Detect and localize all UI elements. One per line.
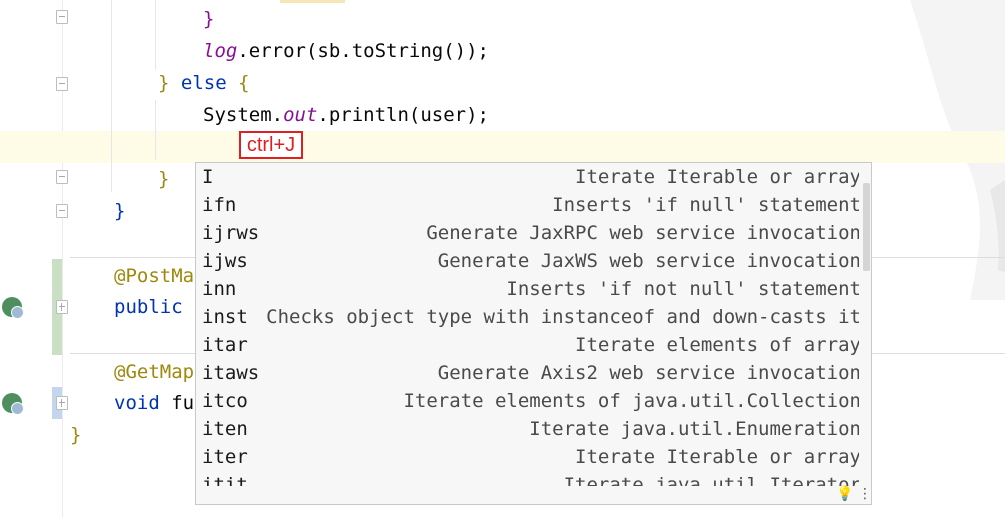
closing-brace: } (158, 168, 170, 190)
template-list[interactable]: I Iterate Iterable or array ifn Inserts 'if… (196, 163, 859, 486)
template-abbreviation: inst (202, 306, 248, 328)
code-line[interactable]: } (158, 163, 169, 195)
template-abbreviation: itit (202, 474, 248, 486)
template-item[interactable]: itco Iterate elements of java.util.Collec… (196, 387, 859, 415)
template-abbreviation: iter (202, 446, 248, 468)
web-endpoint-icon[interactable] (2, 393, 24, 415)
annotation: @PostMap (114, 265, 206, 287)
template-abbreviation: iten (202, 418, 248, 440)
expand-icon[interactable] (56, 396, 68, 410)
void-keyword: void (114, 392, 160, 414)
code-line[interactable]: } (203, 3, 214, 35)
template-abbreviation: ijrws (202, 222, 260, 244)
code-line[interactable]: } (114, 195, 125, 227)
fold-icon[interactable] (56, 204, 68, 218)
template-description: Generate Axis2 web service invocation (437, 362, 859, 384)
web-endpoint-icon[interactable] (2, 297, 24, 319)
template-item[interactable]: itaws Generate Axis2 web service invocati… (196, 359, 859, 387)
code-line[interactable]: System.out.println(user); (203, 99, 489, 131)
template-item[interactable]: inn Inserts 'if not null' statement (196, 275, 859, 303)
template-item[interactable]: ijws Generate JaxWS web service invocatio… (196, 247, 859, 275)
code-line[interactable]: } (70, 419, 81, 451)
template-item[interactable]: itar Iterate elements of array (196, 331, 859, 359)
template-item[interactable]: ijrws Generate JaxRPC web service invocat… (196, 219, 859, 247)
template-abbreviation: itaws (202, 362, 260, 384)
brace-token: } (158, 72, 181, 94)
log-identifier: log (203, 40, 238, 62)
template-abbreviation: ifn (202, 194, 237, 216)
template-abbreviation: itco (202, 390, 248, 412)
template-description: Iterate java.util.Enumeration (529, 418, 859, 440)
fold-icon[interactable] (56, 77, 68, 91)
template-description: Checks object type with instanceof and d… (266, 306, 859, 328)
template-description: Iterate elements of array (575, 334, 859, 356)
else-keyword: else (180, 72, 227, 94)
brace-token: { (226, 72, 250, 94)
code-line[interactable]: public v (114, 291, 206, 323)
live-template-popup[interactable]: I Iterate Iterable or array ifn Inserts 'if… (195, 162, 872, 505)
template-abbreviation: inn (202, 278, 237, 300)
search-highlight (280, 0, 345, 3)
template-description: Inserts 'if null' statement (552, 194, 859, 216)
template-description: Iterate elements of java.util.Collection (403, 390, 859, 412)
template-description: Generate JaxWS web service invocation (437, 250, 859, 272)
indent-guide (111, 0, 112, 192)
template-item[interactable]: ifn Inserts 'if null' statement (196, 191, 859, 219)
annotation: @GetMapp (114, 361, 206, 383)
code-line[interactable]: } else { (158, 67, 250, 99)
current-line-highlight (0, 131, 1005, 163)
code-line[interactable]: void fur (114, 387, 206, 419)
shortcut-annotation: ctrl+J (239, 131, 303, 159)
template-abbreviation: ijws (202, 250, 248, 272)
template-description: Iterate java.util.Iterator (563, 474, 859, 486)
template-item[interactable]: I Iterate Iterable or array (196, 163, 859, 191)
expand-icon[interactable] (56, 300, 68, 314)
template-description: Iterate Iterable or array (575, 446, 859, 468)
template-abbreviation: itar (202, 334, 248, 356)
out-field: out (283, 104, 318, 126)
template-item[interactable]: itit Iterate java.util.Iterator (196, 471, 859, 486)
template-description: Generate JaxRPC web service invocation (426, 222, 859, 244)
fold-icon[interactable] (56, 10, 68, 24)
popup-scrollbar[interactable] (861, 163, 871, 486)
fold-icon[interactable] (56, 170, 68, 184)
closing-brace: } (114, 200, 126, 222)
more-options-icon[interactable]: ⋮ (858, 486, 871, 502)
system-class: System. (203, 104, 284, 126)
closing-brace: } (203, 8, 215, 30)
lightbulb-icon[interactable]: 💡 (836, 486, 853, 502)
code-line[interactable]: @PostMap (114, 260, 206, 292)
public-keyword: public (114, 296, 183, 318)
log-call: .error(sb.toString()); (237, 40, 489, 62)
indent-guide (155, 100, 156, 160)
template-item[interactable]: inst Checks object type with instanceof a… (196, 303, 859, 331)
println-call: .println(user); (317, 104, 489, 126)
template-item[interactable]: iter Iterate Iterable or array (196, 443, 859, 471)
scrollbar-thumb[interactable] (863, 183, 870, 271)
code-line[interactable]: log.error(sb.toString()); (203, 35, 489, 67)
template-description: Inserts 'if not null' statement (506, 278, 859, 300)
template-description: Iterate Iterable or array (575, 166, 859, 188)
template-item[interactable]: iten Iterate java.util.Enumeration (196, 415, 859, 443)
class-closing-brace: } (70, 424, 82, 446)
indent-guide (155, 0, 156, 70)
code-line[interactable]: @GetMapp (114, 356, 206, 388)
template-abbreviation: I (202, 166, 214, 188)
